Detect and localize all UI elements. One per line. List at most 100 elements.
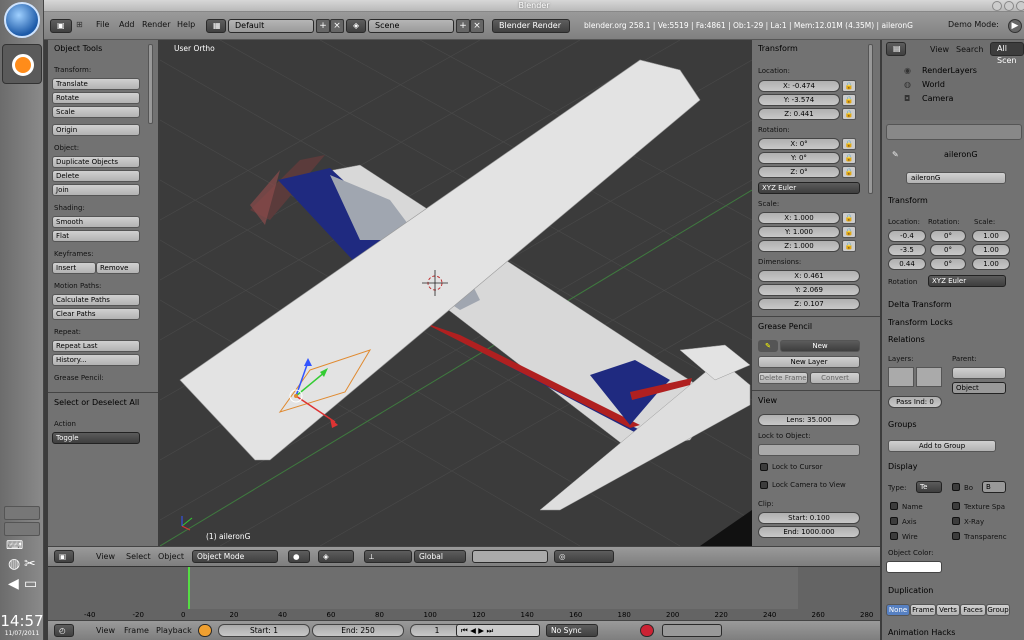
lens-field[interactable]: Lens: 35.000	[758, 414, 860, 426]
start-frame-field[interactable]: Start: 1	[218, 624, 310, 637]
globe-icon[interactable]: ◍	[8, 556, 20, 572]
rotation-y-field[interactable]: Y: 0°	[758, 152, 840, 164]
scene-icon[interactable]: ◈	[346, 19, 366, 33]
viewport-editor-type-icon[interactable]: ▣	[54, 550, 74, 563]
display-title[interactable]: Display	[888, 462, 918, 471]
pe-rot-x[interactable]: 0°	[930, 230, 966, 242]
duplication-title[interactable]: Duplication	[888, 586, 933, 595]
rotation-mode-select[interactable]: XYZ Euler	[758, 182, 860, 194]
timeline-view-menu[interactable]: View	[96, 626, 115, 635]
lock-object-field[interactable]	[758, 444, 860, 456]
timeline-frame-menu[interactable]: Frame	[124, 626, 149, 635]
flat-button[interactable]: Flat	[52, 230, 140, 242]
delta-transform-title[interactable]: Delta Transform	[888, 300, 952, 309]
outliner-item-renderlayers[interactable]: RenderLayers	[922, 66, 977, 75]
scale-button[interactable]: Scale	[52, 106, 140, 118]
close-icon[interactable]	[1016, 1, 1024, 11]
view-menu[interactable]: View	[96, 552, 115, 561]
outliner-view-menu[interactable]: View	[930, 45, 949, 54]
object-name-field[interactable]: aileronG	[906, 172, 1006, 184]
gp-new-layer-button[interactable]: New Layer	[758, 356, 860, 368]
blender-app-icon[interactable]	[2, 44, 42, 84]
lock-icon[interactable]: 🔒	[842, 166, 856, 178]
menu-add[interactable]: Add	[119, 20, 135, 29]
snap-icon[interactable]: ◎	[554, 550, 614, 563]
minimize-icon[interactable]	[992, 1, 1002, 11]
pe-rot-z[interactable]: 0°	[930, 258, 966, 270]
layers-widget[interactable]	[472, 550, 548, 563]
pe-transform-title[interactable]: Transform	[888, 196, 928, 205]
pivot-icon[interactable]: ◈	[318, 550, 354, 563]
gp-convert-button[interactable]: Convert	[810, 372, 860, 384]
window-tray-icon[interactable]	[4, 522, 40, 536]
lock-icon[interactable]: 🔒	[842, 212, 856, 224]
lock-to-cursor-checkbox[interactable]	[760, 463, 768, 471]
outliner-item-world[interactable]: World	[922, 80, 945, 89]
mode-select[interactable]: Object Mode	[192, 550, 278, 563]
transparency-checkbox[interactable]	[952, 532, 960, 540]
xray-checkbox[interactable]	[952, 517, 960, 525]
lock-icon[interactable]: 🔒	[842, 80, 856, 92]
clip-start-field[interactable]: Start: 0.100	[758, 512, 860, 524]
end-frame-field[interactable]: End: 250	[312, 624, 404, 637]
gp-new-button[interactable]: New	[780, 340, 860, 352]
dup-verts-button[interactable]: Verts	[936, 604, 960, 616]
delete-screen-button[interactable]: ×	[330, 19, 344, 33]
view-panel-title[interactable]: View	[758, 396, 777, 405]
display-type-select[interactable]: Te	[916, 481, 942, 493]
history-button[interactable]: History...	[52, 354, 140, 366]
menu-collapse-icon[interactable]: ⊞	[76, 20, 83, 29]
translate-button[interactable]: Translate	[52, 78, 140, 90]
insert-keyframe-button[interactable]: Insert	[52, 262, 96, 274]
keying-set-field[interactable]	[662, 624, 722, 637]
monitor-icon[interactable]: ▭	[24, 576, 37, 592]
lock-icon[interactable]: 🔒	[842, 240, 856, 252]
groups-title[interactable]: Groups	[888, 420, 917, 429]
render-engine-select[interactable]: Blender Render	[492, 19, 570, 33]
pe-rotation-mode-select[interactable]: XYZ Euler	[928, 275, 1006, 287]
action-select[interactable]: Toggle	[52, 432, 140, 444]
grease-pencil-panel-title[interactable]: Grease Pencil	[758, 322, 812, 331]
clear-paths-button[interactable]: Clear Paths	[52, 308, 140, 320]
add-screen-button[interactable]: +	[316, 19, 330, 33]
screen-layout-icon[interactable]: ▦	[206, 19, 226, 33]
3d-viewport[interactable]: User Ortho (1) aileronG	[160, 40, 752, 546]
pe-loc-z[interactable]: 0.44	[888, 258, 926, 270]
add-scene-button[interactable]: +	[456, 19, 470, 33]
pin-icon[interactable]: ✎	[892, 150, 899, 159]
scissors-icon[interactable]: ✂	[24, 556, 36, 572]
dup-faces-button[interactable]: Faces	[960, 604, 986, 616]
object-color-swatch[interactable]	[886, 561, 942, 573]
axis-checkbox[interactable]	[890, 517, 898, 525]
lock-icon[interactable]: 🔒	[842, 94, 856, 106]
draw-type-icon[interactable]: ●	[288, 550, 310, 563]
clip-end-field[interactable]: End: 1000.000	[758, 526, 860, 538]
delete-scene-button[interactable]: ×	[470, 19, 484, 33]
lock-icon[interactable]: 🔒	[842, 152, 856, 164]
scale-y-field[interactable]: Y: 1.000	[758, 226, 840, 238]
rotate-button[interactable]: Rotate	[52, 92, 140, 104]
layers-grid-a[interactable]	[888, 367, 914, 387]
rotation-z-field[interactable]: Z: 0°	[758, 166, 840, 178]
menu-file[interactable]: File	[96, 20, 109, 29]
menu-help[interactable]: Help	[177, 20, 195, 29]
lock-icon[interactable]: 🔒	[842, 108, 856, 120]
dimension-z-field[interactable]: Z: 0.107	[758, 298, 860, 310]
parent-type-select[interactable]: Object	[952, 382, 1006, 394]
pe-scale-z[interactable]: 1.00	[972, 258, 1010, 270]
current-frame-marker[interactable]	[188, 567, 190, 609]
preview-range-icon[interactable]	[198, 624, 212, 637]
relations-title[interactable]: Relations	[888, 335, 925, 344]
screen-layout-field[interactable]: Default	[228, 19, 314, 33]
lock-icon[interactable]: 🔒	[842, 138, 856, 150]
location-z-field[interactable]: Z: 0.441	[758, 108, 840, 120]
outliner-editor-type-icon[interactable]: ▤	[886, 42, 906, 56]
window-titlebar[interactable]: Blender	[44, 0, 1024, 12]
layers-grid-b[interactable]	[916, 367, 942, 387]
origin-button[interactable]: Origin	[52, 124, 140, 136]
lock-camera-checkbox[interactable]	[760, 481, 768, 489]
smooth-button[interactable]: Smooth	[52, 216, 140, 228]
volume-icon[interactable]: ◀	[8, 576, 19, 592]
manipulator-x-arrow[interactable]	[330, 418, 338, 428]
scene-field[interactable]: Scene	[368, 19, 454, 33]
